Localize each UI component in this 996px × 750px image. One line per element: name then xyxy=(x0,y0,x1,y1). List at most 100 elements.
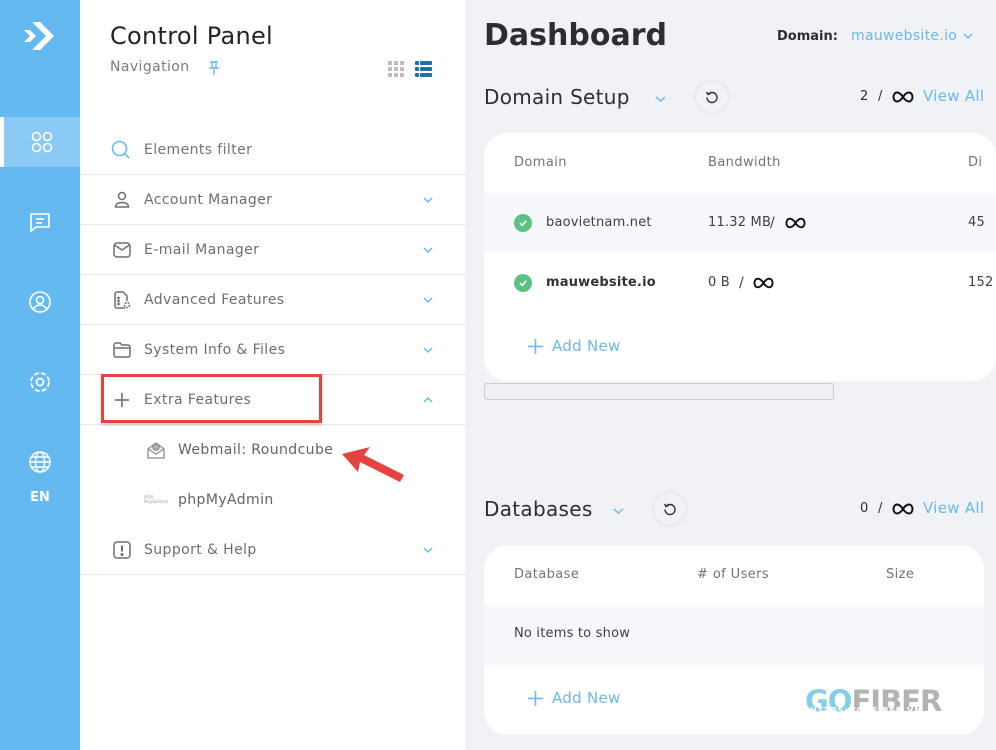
chevron-down-icon[interactable] xyxy=(422,544,434,556)
bandwidth-used: 11.32 MB xyxy=(708,215,772,230)
submenu-item-label: Webmail: Roundcube xyxy=(178,442,334,458)
menu-item-support-help[interactable]: Support & Help xyxy=(80,525,465,575)
domain-count-separator: / xyxy=(878,89,883,104)
databases-refresh-button[interactable] xyxy=(654,493,686,525)
globe-icon xyxy=(29,451,51,473)
myadmin-logo-text: MyAdmin xyxy=(143,499,169,505)
chevron-down-icon[interactable] xyxy=(422,294,434,306)
disk-used: 45 xyxy=(968,215,985,230)
status-active-icon xyxy=(514,274,532,292)
chevron-down-icon[interactable] xyxy=(655,95,666,103)
grid-icon xyxy=(31,131,53,153)
infinity-icon xyxy=(892,91,914,103)
database-count-separator: / xyxy=(878,501,883,516)
domain-name[interactable]: mauwebsite.io xyxy=(546,275,656,290)
menu-item-extra-features[interactable]: Extra Features xyxy=(80,375,465,425)
domain-label: Domain: xyxy=(777,29,838,44)
domain-add-new-button[interactable]: Add New xyxy=(527,337,621,355)
phpmyadmin-icon: php MyAdmin xyxy=(143,490,169,510)
chevron-down-icon[interactable] xyxy=(422,194,434,206)
advanced-doc-icon xyxy=(114,290,131,309)
gear-icon xyxy=(30,372,50,392)
grid-view-icon[interactable] xyxy=(388,61,404,77)
menu-item-system-info-files[interactable]: System Info & Files xyxy=(80,325,465,375)
rail-item-language[interactable] xyxy=(0,437,80,487)
refresh-icon xyxy=(705,91,718,104)
chevron-down-icon[interactable] xyxy=(613,507,624,515)
navigation-panel: Control Panel Navigation Elements filter… xyxy=(80,0,465,750)
add-new-label: Add New xyxy=(552,337,621,355)
watermark-url: HTTPS://GOFIBER.VN xyxy=(810,706,923,715)
chevron-down-icon[interactable] xyxy=(422,344,434,356)
database-count: 0 xyxy=(860,501,869,516)
language-label[interactable]: EN xyxy=(0,490,80,505)
domain-setup-refresh-button[interactable] xyxy=(696,81,728,113)
column-header-disk[interactable]: Di xyxy=(968,155,982,170)
page-title: Dashboard xyxy=(484,18,667,53)
menu-item-email-manager[interactable]: E-mail Manager xyxy=(80,225,465,275)
rail-item-settings[interactable] xyxy=(0,357,80,407)
infinity-icon xyxy=(892,503,914,515)
left-rail: EN xyxy=(0,0,80,750)
status-active-icon xyxy=(514,214,532,232)
user-circle-icon xyxy=(29,291,51,313)
rail-item-messages[interactable] xyxy=(0,197,80,247)
plus-icon xyxy=(528,690,543,706)
search-icon xyxy=(111,140,130,159)
domain-selector[interactable]: mauwebsite.io xyxy=(851,28,973,44)
menu-item-label: System Info & Files xyxy=(144,341,286,358)
elements-filter-placeholder[interactable]: Elements filter xyxy=(144,142,252,158)
app-logo-icon[interactable] xyxy=(20,16,60,56)
menu-item-advanced-features[interactable]: Advanced Features xyxy=(80,275,465,325)
column-header-size[interactable]: Size xyxy=(886,567,914,582)
chevron-down-icon[interactable] xyxy=(422,244,434,256)
mail-icon xyxy=(113,241,131,258)
column-header-database[interactable]: Database xyxy=(514,567,579,582)
bandwidth-separator: / xyxy=(770,215,775,231)
submenu-item-label: phpMyAdmin xyxy=(178,492,274,508)
horizontal-scrollbar[interactable] xyxy=(484,383,834,400)
database-add-new-button[interactable]: Add New xyxy=(527,689,621,707)
pin-icon[interactable] xyxy=(207,60,221,76)
column-header-bandwidth[interactable]: Bandwidth xyxy=(708,155,781,170)
menu-item-label: Advanced Features xyxy=(144,291,285,308)
empty-state-text: No items to show xyxy=(514,626,631,641)
refresh-icon xyxy=(663,503,676,516)
rail-item-account[interactable] xyxy=(0,277,80,327)
domain-name[interactable]: baovietnam.net xyxy=(546,215,652,230)
panel-subtitle: Navigation xyxy=(110,59,190,75)
roundcube-icon xyxy=(147,442,165,459)
table-row[interactable]: baovietnam.net 11.32 MB / 45 xyxy=(484,193,996,253)
menu-item-label: Extra Features xyxy=(144,391,252,408)
elements-filter[interactable]: Elements filter xyxy=(80,125,465,175)
bandwidth-separator: / xyxy=(739,275,744,291)
rail-item-dashboard[interactable] xyxy=(0,117,80,167)
domain-view-all-link[interactable]: View All xyxy=(923,87,984,105)
empty-row: No items to show xyxy=(484,605,984,665)
plus-icon xyxy=(528,338,543,354)
bandwidth-used: 0 B xyxy=(708,275,730,290)
menu-item-label: Support & Help xyxy=(144,541,257,558)
disk-used: 152 xyxy=(968,275,994,290)
annotation-arrow-icon xyxy=(342,447,404,482)
databases-title[interactable]: Databases xyxy=(484,497,593,521)
database-view-all-link[interactable]: View All xyxy=(923,499,984,517)
menu-item-account-manager[interactable]: Account Manager xyxy=(80,175,465,225)
column-header-domain[interactable]: Domain xyxy=(514,155,567,170)
table-row[interactable]: mauwebsite.io 0 B / 152 xyxy=(484,253,996,313)
column-header-users[interactable]: # of Users xyxy=(697,567,769,582)
user-icon xyxy=(114,191,130,208)
add-new-label: Add New xyxy=(552,689,621,707)
infinity-icon xyxy=(785,217,806,229)
infinity-icon xyxy=(753,277,774,289)
list-view-icon[interactable] xyxy=(415,61,432,77)
menu-item-label: Account Manager xyxy=(144,191,273,208)
alert-icon xyxy=(113,540,131,559)
folder-icon xyxy=(113,341,131,358)
chevron-up-icon[interactable] xyxy=(422,394,434,406)
domain-selector-value: mauwebsite.io xyxy=(851,28,958,44)
dashboard-main: Dashboard Domain: mauwebsite.io Domain S… xyxy=(465,0,996,750)
menu-item-label: E-mail Manager xyxy=(144,241,260,258)
plus-icon xyxy=(115,392,129,407)
domain-setup-title[interactable]: Domain Setup xyxy=(484,85,630,109)
